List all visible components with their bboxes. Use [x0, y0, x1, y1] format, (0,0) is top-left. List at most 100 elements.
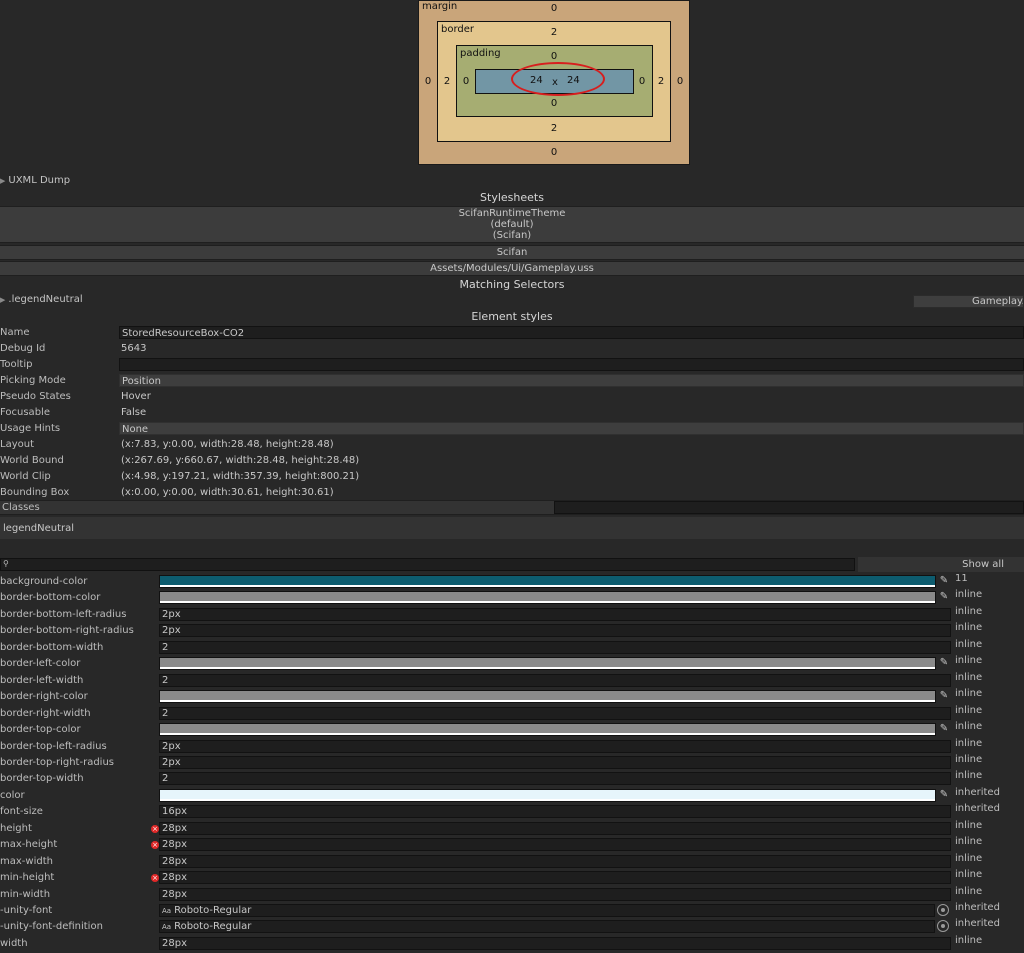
style-color-color-field[interactable] [159, 789, 936, 802]
style-background-color-source: 11 [955, 573, 968, 584]
padding-left-value[interactable]: 0 [456, 76, 476, 87]
style-font-size-field[interactable]: 16px [159, 805, 951, 818]
style-border-top-right-radius-field[interactable]: 2px [159, 756, 951, 769]
style-max-height-source: inline [955, 836, 983, 847]
border-bottom-value[interactable]: 2 [544, 123, 564, 134]
focusable-label: Focusable [0, 407, 50, 418]
triangle-right-icon: ▶ [0, 296, 6, 304]
style-border-top-color-color-field[interactable] [159, 723, 936, 736]
style-border-right-width-value: 2 [162, 708, 169, 719]
style-background-color-color-field[interactable] [159, 575, 936, 588]
style-border-bottom-right-radius-value: 2px [162, 625, 181, 636]
search-icon: ⚲ [3, 559, 9, 568]
object-picker-icon[interactable] [937, 904, 949, 916]
style-height-field[interactable]: 28px [159, 822, 951, 835]
stylesheet-theme-default: (default) [490, 219, 534, 230]
margin-right-value[interactable]: 0 [670, 76, 690, 87]
eyedropper-icon[interactable]: ✎ [938, 690, 950, 702]
pseudo-states-label: Pseudo States [0, 391, 71, 402]
padding-bottom-value[interactable]: 0 [544, 98, 564, 109]
border-top-value[interactable]: 2 [544, 27, 564, 38]
padding-top-value[interactable]: 0 [544, 51, 564, 62]
usage-hints-dropdown[interactable]: None [119, 422, 1024, 435]
style-border-left-width-field[interactable]: 2 [159, 674, 951, 687]
margin-bottom-value[interactable]: 0 [544, 147, 564, 158]
style-font-size-label: font-size [0, 806, 43, 817]
color-alpha-bar [160, 667, 935, 669]
style-border-bottom-left-radius-value: 2px [162, 609, 181, 620]
style-border-bottom-right-radius-field[interactable]: 2px [159, 624, 951, 637]
uxml-dump-label: UXML Dump [8, 175, 71, 186]
highlight-ellipse [511, 62, 605, 96]
style-search-input[interactable]: ⚲ [0, 558, 855, 571]
style-width-label: width [0, 938, 28, 949]
stylesheet-item-gameplay[interactable]: Assets/Modules/Ui/Gameplay.uss [0, 261, 1024, 276]
margin-top-value[interactable]: 0 [544, 3, 564, 14]
style-min-width-field[interactable]: 28px [159, 888, 951, 901]
tooltip-field[interactable] [119, 358, 1024, 371]
style-max-height-label: max-height [0, 839, 58, 850]
style-border-bottom-left-radius-source: inline [955, 606, 983, 617]
error-icon: × [151, 825, 159, 833]
stylesheet-item-scifan[interactable]: Scifan [0, 245, 1024, 260]
style-border-top-color-label: border-top-color [0, 724, 81, 735]
name-field[interactable]: StoredResourceBox-CO2 [119, 326, 1024, 339]
style-min-height-field[interactable]: 28px [159, 871, 951, 884]
eyedropper-icon[interactable]: ✎ [938, 657, 950, 669]
name-label: Name [0, 327, 30, 338]
class-item-legend-neutral[interactable]: legendNeutral [3, 523, 74, 534]
world-bound-label: World Bound [0, 455, 64, 466]
stylesheets-title: Stylesheets [480, 191, 544, 204]
classes-input[interactable] [554, 501, 1024, 514]
style-max-width-field[interactable]: 28px [159, 855, 951, 868]
content-height-value[interactable]: 24 [567, 75, 580, 86]
border-right-value[interactable]: 2 [651, 76, 671, 87]
object-picker-icon[interactable] [937, 920, 949, 932]
color-alpha-bar [160, 799, 935, 801]
style-border-top-width-field[interactable]: 2 [159, 772, 951, 785]
style-border-bottom-left-radius-field[interactable]: 2px [159, 608, 951, 621]
border-left-value[interactable]: 2 [437, 76, 457, 87]
focusable-value: False [121, 407, 147, 418]
selector-foldout[interactable]: ▶ .legendNeutral [0, 294, 83, 305]
stylesheet-theme-name: ScifanRuntimeTheme [458, 208, 566, 219]
eyedropper-icon[interactable]: ✎ [938, 575, 950, 587]
eyedropper-icon[interactable]: ✎ [938, 789, 950, 801]
picking-mode-label: Picking Mode [0, 375, 66, 386]
picking-mode-dropdown[interactable]: Position [119, 374, 1024, 387]
style-border-bottom-left-radius-label: border-bottom-left-radius [0, 609, 127, 620]
error-icon: × [151, 841, 159, 849]
style-min-height-label: min-height [0, 872, 55, 883]
padding-right-value[interactable]: 0 [632, 76, 652, 87]
style-border-bottom-width-field[interactable]: 2 [159, 641, 951, 654]
style-unity-font-definition-field[interactable]: Aa Roboto-Regular [159, 920, 935, 933]
debug-id-label: Debug Id [0, 343, 46, 354]
style-max-height-field[interactable]: 28px [159, 838, 951, 851]
content-width-value[interactable]: 24 [530, 75, 543, 86]
style-border-top-width-label: border-top-width [0, 773, 84, 784]
style-border-left-color-color-field[interactable] [159, 657, 936, 670]
style-font-size-value: 16px [162, 806, 187, 817]
uxml-dump-foldout[interactable]: ▶ UXML Dump [0, 175, 70, 186]
style-max-width-label: max-width [0, 856, 53, 867]
stylesheet-item-theme[interactable]: ScifanRuntimeTheme (default) (Scifan) [0, 206, 1024, 243]
style-border-bottom-right-radius-label: border-bottom-right-radius [0, 625, 134, 636]
stylesheet-gameplay-label: Assets/Modules/Ui/Gameplay.uss [430, 263, 594, 274]
style-height-source: inline [955, 820, 983, 831]
style-border-left-color-label: border-left-color [0, 658, 81, 669]
style-border-right-width-field[interactable]: 2 [159, 707, 951, 720]
show-all-toggle[interactable]: Show all [858, 557, 1024, 572]
style-border-bottom-color-color-field[interactable] [159, 591, 936, 604]
margin-left-value[interactable]: 0 [418, 76, 438, 87]
selector-file-button[interactable]: Gameplay.u [913, 295, 1024, 308]
eyedropper-icon[interactable]: ✎ [938, 723, 950, 735]
style-border-right-width-source: inline [955, 705, 983, 716]
style-unity-font-field[interactable]: Aa Roboto-Regular [159, 904, 935, 917]
eyedropper-icon[interactable]: ✎ [938, 591, 950, 603]
style-border-top-left-radius-field[interactable]: 2px [159, 740, 951, 753]
style-border-bottom-width-source: inline [955, 639, 983, 650]
style-border-right-color-color-field[interactable] [159, 690, 936, 703]
style-width-field[interactable]: 28px [159, 937, 951, 950]
style-max-width-value: 28px [162, 856, 187, 867]
padding-label: padding [460, 48, 501, 59]
